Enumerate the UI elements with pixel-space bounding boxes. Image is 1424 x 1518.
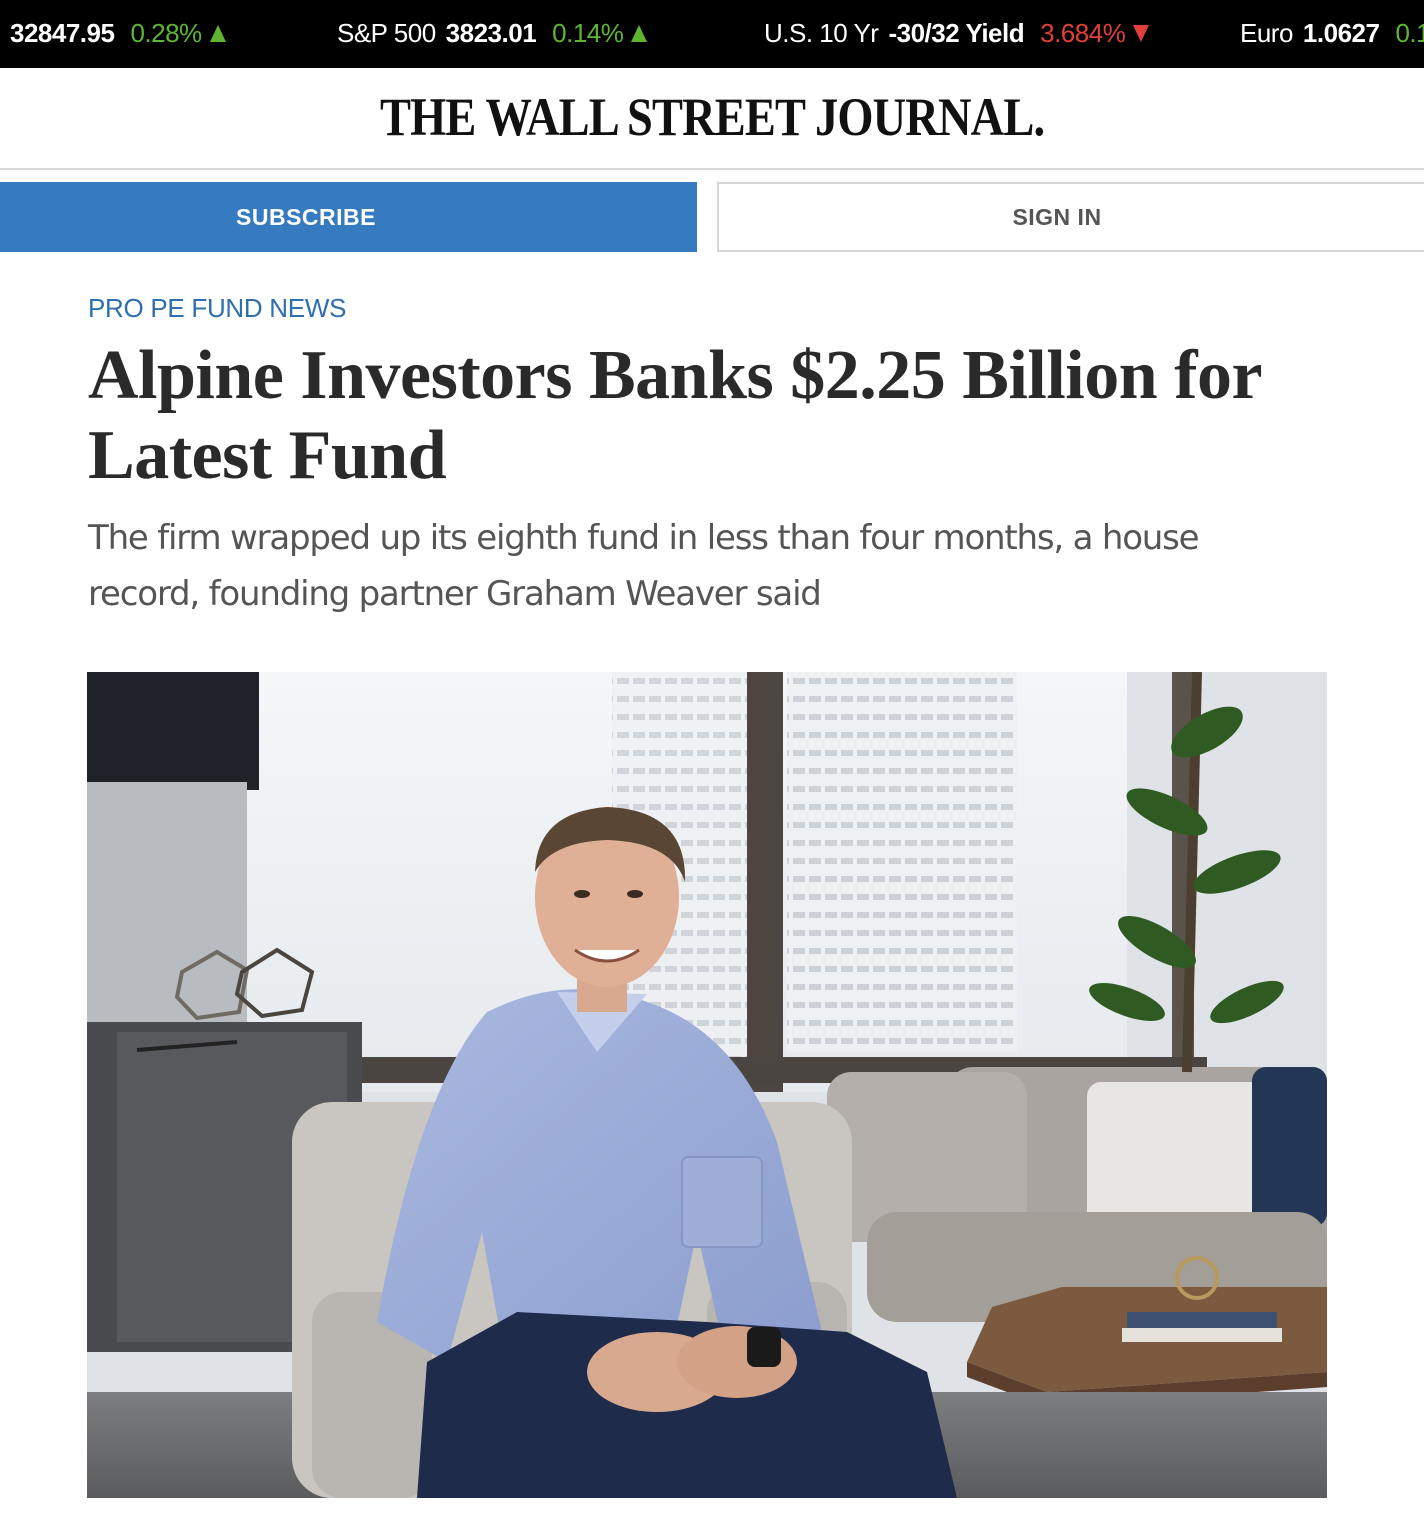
ticker-name: S&P 500 [337,18,436,48]
article-summary: The firm wrapped up its eighth fund in l… [88,518,1200,614]
up-arrow-icon [631,24,648,42]
ticker-item-sp500[interactable]: S&P 500 3823.01 0.14% [337,0,648,68]
up-arrow-icon [209,24,226,42]
subscribe-label: SUBSCRIBE [236,204,376,230]
article-headline: Alpine Investors Banks $2.25 Billion for… [88,337,1261,494]
sign-in-button[interactable]: SIGN IN [717,182,1424,252]
ticker-change: 0.28% [130,18,202,48]
ticker-item-dow[interactable]: 32847.95 0.28% [10,0,226,68]
lead-photo [87,672,1327,1498]
subscribe-button[interactable]: SUBSCRIBE [0,182,697,252]
ticker-value: -30/32 Yield [888,18,1025,48]
ticker-change: 3.684% [1040,18,1126,48]
sign-in-label: SIGN IN [1012,204,1102,230]
ticker-item-euro[interactable]: Euro 1.0627 0.17 [1240,0,1424,68]
ticker-value: 3823.01 [445,18,537,48]
ticker-value: 32847.95 [10,18,115,48]
ticker-value: 1.0627 [1302,18,1380,48]
ticker-change: 0.17 [1395,18,1424,48]
wsj-logo[interactable]: THE WALL STREET JOURNAL. [380,86,1045,148]
down-arrow-icon [1133,24,1150,42]
ticker-name: Euro [1240,18,1293,48]
market-ticker-bar: 32847.95 0.28% S&P 500 3823.01 0.14% U.S. 1… [0,0,1424,68]
section-link[interactable]: PRO PE FUND NEWS [88,293,346,324]
ticker-name: U.S. 10 Yr [764,18,879,48]
lead-photo-illustration [87,672,1327,1498]
masthead: THE WALL STREET JOURNAL. [0,68,1424,170]
ticker-change: 0.14% [552,18,624,48]
ticker-item-us10yr[interactable]: U.S. 10 Yr -30/32 Yield 3.684% [764,0,1150,68]
